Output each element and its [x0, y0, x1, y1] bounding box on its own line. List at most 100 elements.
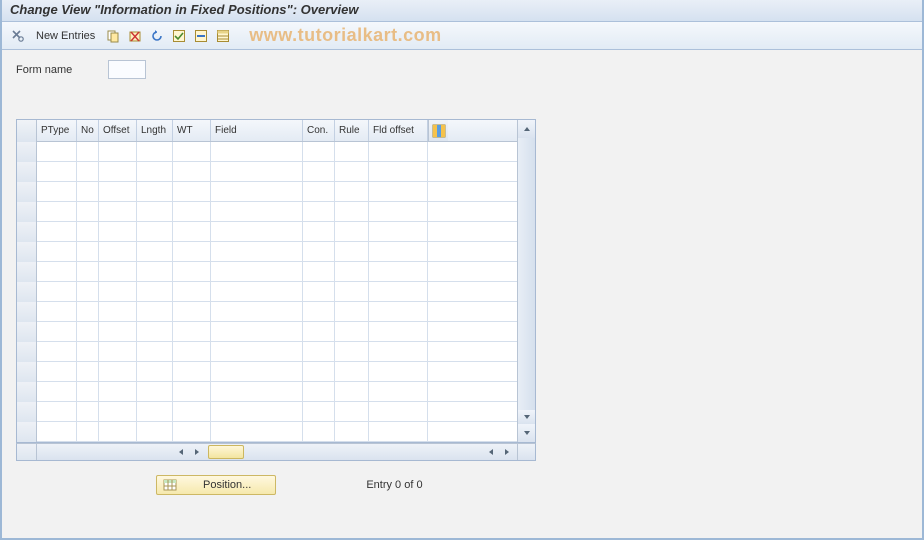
- cell-no[interactable]: [77, 222, 99, 241]
- cell-offset[interactable]: [99, 182, 137, 201]
- cell-rule[interactable]: [335, 182, 369, 201]
- new-entries-button[interactable]: New Entries: [36, 30, 95, 42]
- row-selector[interactable]: [17, 342, 37, 362]
- cell-field[interactable]: [211, 362, 303, 381]
- cell-ptype[interactable]: [37, 162, 77, 181]
- cell-fldoffset[interactable]: [369, 262, 428, 281]
- cell-rule[interactable]: [335, 322, 369, 341]
- row-selector[interactable]: [17, 222, 37, 242]
- row-selector[interactable]: [17, 382, 37, 402]
- cell-rule[interactable]: [335, 162, 369, 181]
- scroll-down-icon[interactable]: [518, 424, 535, 442]
- col-header-rule[interactable]: Rule: [335, 120, 369, 141]
- cell-field[interactable]: [211, 402, 303, 421]
- cell-ptype[interactable]: [37, 182, 77, 201]
- deselect-all-icon[interactable]: [193, 28, 209, 44]
- cell-lngth[interactable]: [137, 342, 173, 361]
- cell-no[interactable]: [77, 422, 99, 441]
- cell-fldoffset[interactable]: [369, 342, 428, 361]
- cell-con[interactable]: [303, 302, 335, 321]
- cell-lngth[interactable]: [137, 202, 173, 221]
- cell-fldoffset[interactable]: [369, 322, 428, 341]
- cell-field[interactable]: [211, 262, 303, 281]
- copy-icon[interactable]: [105, 28, 121, 44]
- cell-rule[interactable]: [335, 402, 369, 421]
- cell-offset[interactable]: [99, 302, 137, 321]
- cell-con[interactable]: [303, 142, 335, 161]
- col-header-offset[interactable]: Offset: [99, 120, 137, 141]
- cell-rule[interactable]: [335, 302, 369, 321]
- cell-offset[interactable]: [99, 362, 137, 381]
- cell-rule[interactable]: [335, 282, 369, 301]
- cell-rule[interactable]: [335, 222, 369, 241]
- undo-icon[interactable]: [149, 28, 165, 44]
- cell-offset[interactable]: [99, 382, 137, 401]
- cell-con[interactable]: [303, 242, 335, 261]
- row-selector[interactable]: [17, 202, 37, 222]
- cell-lngth[interactable]: [137, 222, 173, 241]
- cell-no[interactable]: [77, 302, 99, 321]
- cell-field[interactable]: [211, 182, 303, 201]
- cell-con[interactable]: [303, 282, 335, 301]
- cell-rule[interactable]: [335, 142, 369, 161]
- cell-fldoffset[interactable]: [369, 162, 428, 181]
- cell-field[interactable]: [211, 142, 303, 161]
- cell-wt[interactable]: [173, 362, 211, 381]
- cell-wt[interactable]: [173, 342, 211, 361]
- cell-con[interactable]: [303, 342, 335, 361]
- cell-con[interactable]: [303, 262, 335, 281]
- row-selector[interactable]: [17, 402, 37, 422]
- cell-ptype[interactable]: [37, 142, 77, 161]
- cell-no[interactable]: [77, 282, 99, 301]
- cell-offset[interactable]: [99, 202, 137, 221]
- cell-fldoffset[interactable]: [369, 282, 428, 301]
- cell-ptype[interactable]: [37, 302, 77, 321]
- scroll-right-end-icon[interactable]: [499, 444, 515, 460]
- table-settings-icon[interactable]: [215, 28, 231, 44]
- cell-offset[interactable]: [99, 402, 137, 421]
- cell-wt[interactable]: [173, 382, 211, 401]
- cell-fldoffset[interactable]: [369, 222, 428, 241]
- cell-field[interactable]: [211, 242, 303, 261]
- cell-wt[interactable]: [173, 262, 211, 281]
- cell-con[interactable]: [303, 382, 335, 401]
- row-selector[interactable]: [17, 282, 37, 302]
- cell-wt[interactable]: [173, 402, 211, 421]
- cell-lngth[interactable]: [137, 162, 173, 181]
- cell-ptype[interactable]: [37, 222, 77, 241]
- cell-offset[interactable]: [99, 162, 137, 181]
- cell-rule[interactable]: [335, 202, 369, 221]
- cell-wt[interactable]: [173, 142, 211, 161]
- col-header-fldoffset[interactable]: Fld offset: [369, 120, 428, 141]
- cell-wt[interactable]: [173, 182, 211, 201]
- vertical-scrollbar[interactable]: [517, 120, 535, 442]
- cell-con[interactable]: [303, 222, 335, 241]
- cell-lngth[interactable]: [137, 242, 173, 261]
- cell-fldoffset[interactable]: [369, 302, 428, 321]
- cell-lngth[interactable]: [137, 302, 173, 321]
- cell-rule[interactable]: [335, 362, 369, 381]
- cell-lngth[interactable]: [137, 322, 173, 341]
- cell-ptype[interactable]: [37, 362, 77, 381]
- cell-lngth[interactable]: [137, 182, 173, 201]
- cell-con[interactable]: [303, 162, 335, 181]
- cell-fldoffset[interactable]: [369, 402, 428, 421]
- cell-lngth[interactable]: [137, 262, 173, 281]
- row-selector[interactable]: [17, 262, 37, 282]
- col-header-ptype[interactable]: PType: [37, 120, 77, 141]
- cell-fldoffset[interactable]: [369, 382, 428, 401]
- cell-wt[interactable]: [173, 162, 211, 181]
- cell-offset[interactable]: [99, 322, 137, 341]
- cell-no[interactable]: [77, 262, 99, 281]
- scroll-right-inner-icon[interactable]: [189, 444, 205, 460]
- cell-no[interactable]: [77, 402, 99, 421]
- cell-con[interactable]: [303, 402, 335, 421]
- row-selector[interactable]: [17, 422, 37, 442]
- cell-offset[interactable]: [99, 222, 137, 241]
- cell-ptype[interactable]: [37, 402, 77, 421]
- cell-fldoffset[interactable]: [369, 242, 428, 261]
- cell-wt[interactable]: [173, 282, 211, 301]
- select-all-icon[interactable]: [171, 28, 187, 44]
- row-selector[interactable]: [17, 302, 37, 322]
- col-header-no[interactable]: No: [77, 120, 99, 141]
